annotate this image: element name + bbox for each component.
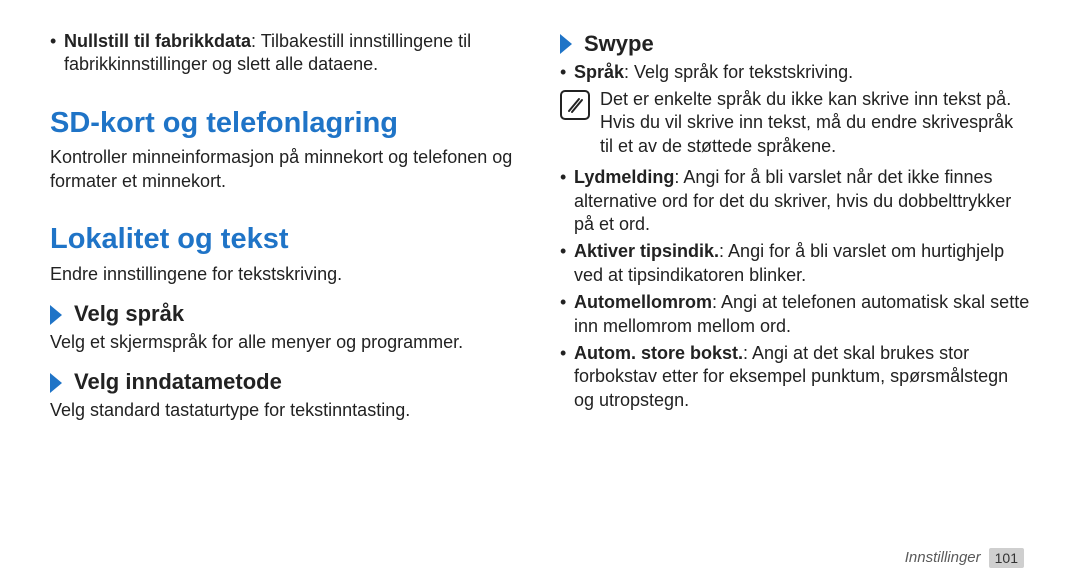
swype-title: Swype xyxy=(584,30,654,59)
heading-locale-text: Lokalitet og tekst xyxy=(50,221,520,259)
bullet-body: Aktiver tipsindik.: Angi for å bli varsl… xyxy=(574,240,1030,287)
bullet-body: Språk: Velg språk for tekstskriving. xyxy=(574,61,1030,84)
bullet-dot: • xyxy=(50,30,64,77)
select-language-title: Velg språk xyxy=(74,300,184,329)
select-language-description: Velg et skjermspråk for alle menyer og p… xyxy=(50,331,520,354)
bullet-dot: • xyxy=(560,342,574,412)
footer-section-label: Innstillinger xyxy=(905,548,981,568)
footer-page-number: 101 xyxy=(989,548,1024,568)
right-column: Swype • Språk: Velg språk for tekstskriv… xyxy=(560,30,1030,566)
locale-text-description: Endre innstillingene for tekstskriving. xyxy=(50,263,520,286)
swype-language-text: : Velg språk for tekstskriving. xyxy=(624,62,853,82)
bullet-dot: • xyxy=(560,166,574,236)
bullet-factory-reset: • Nullstill til fabrikkdata: Tilbakestil… xyxy=(50,30,520,77)
audio-feedback-label: Lydmelding xyxy=(574,167,674,187)
bullet-swype-language: • Språk: Velg språk for tekstskriving. xyxy=(560,61,1030,84)
left-column: • Nullstill til fabrikkdata: Tilbakestil… xyxy=(50,30,520,566)
subheading-select-language: Velg språk xyxy=(50,300,520,329)
swype-language-label: Språk xyxy=(574,62,624,82)
subheading-select-input-method: Velg inndatametode xyxy=(50,368,520,397)
bullet-tip-indicator: • Aktiver tipsindik.: Angi for å bli var… xyxy=(560,240,1030,287)
note-body: Det er enkelte språk du ikke kan skrive … xyxy=(600,88,1030,158)
select-input-method-title: Velg inndatametode xyxy=(74,368,282,397)
bullet-dot: • xyxy=(560,291,574,338)
chevron-right-icon xyxy=(560,34,576,54)
note-language-support: Det er enkelte språk du ikke kan skrive … xyxy=(560,88,1030,158)
bullet-body: Automellomrom: Angi at telefonen automat… xyxy=(574,291,1030,338)
bullet-dot: • xyxy=(560,240,574,287)
auto-spacing-label: Automellomrom xyxy=(574,292,712,312)
tip-indicator-label: Aktiver tipsindik. xyxy=(574,241,719,261)
bullet-body: Lydmelding: Angi for å bli varslet når d… xyxy=(574,166,1030,236)
bullet-body: Nullstill til fabrikkdata: Tilbakestill … xyxy=(64,30,520,77)
auto-capitalize-label: Autom. store bokst. xyxy=(574,343,743,363)
bullet-auto-spacing: • Automellomrom: Angi at telefonen autom… xyxy=(560,291,1030,338)
factory-reset-label: Nullstill til fabrikkdata xyxy=(64,31,251,51)
bullet-dot: • xyxy=(560,61,574,84)
subheading-swype: Swype xyxy=(560,30,1030,59)
note-icon xyxy=(560,90,590,120)
bullet-audio-feedback: • Lydmelding: Angi for å bli varslet når… xyxy=(560,166,1030,236)
sd-storage-description: Kontroller minneinformasjon på minnekort… xyxy=(50,146,520,193)
bullet-body: Autom. store bokst.: Angi at det skal br… xyxy=(574,342,1030,412)
chevron-right-icon xyxy=(50,373,66,393)
heading-sd-storage: SD-kort og telefonlagring xyxy=(50,105,520,143)
page-footer: Innstillinger 101 xyxy=(905,548,1024,568)
select-input-method-description: Velg standard tastaturtype for tekstinnt… xyxy=(50,399,520,422)
chevron-right-icon xyxy=(50,305,66,325)
bullet-auto-capitalize: • Autom. store bokst.: Angi at det skal … xyxy=(560,342,1030,412)
